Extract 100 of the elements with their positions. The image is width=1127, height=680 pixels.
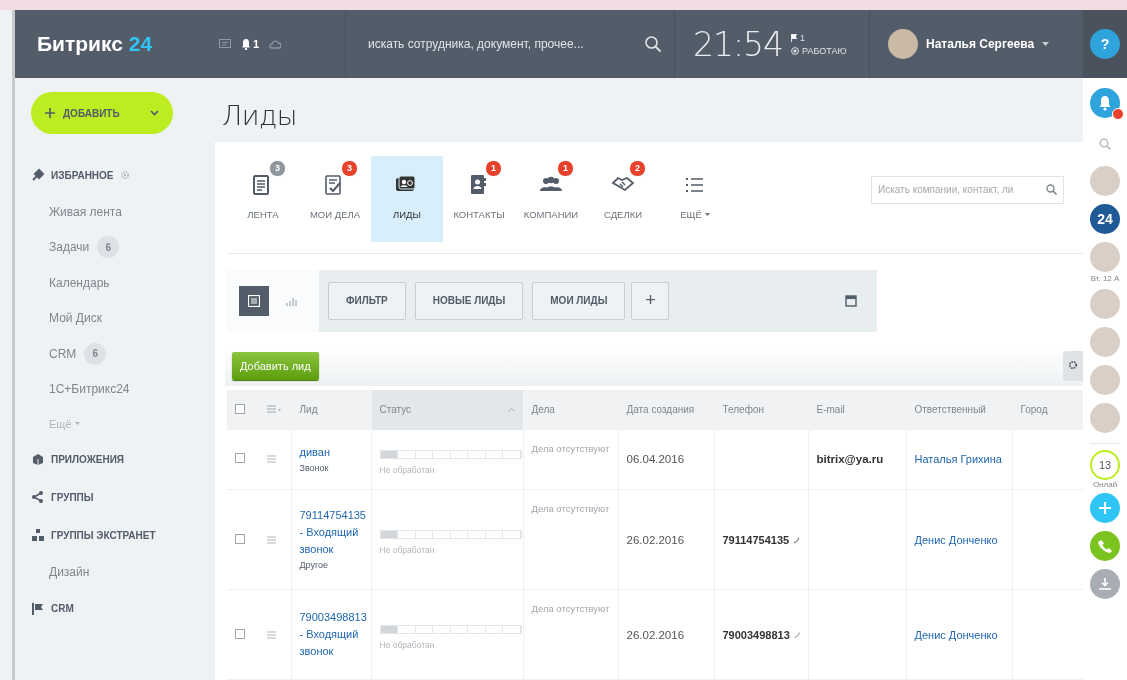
column-header[interactable]: Город bbox=[1012, 389, 1083, 430]
activities-text: Дела отсутствуют bbox=[531, 603, 610, 614]
sort-icon bbox=[507, 407, 515, 412]
phone-icon[interactable] bbox=[793, 535, 800, 544]
work-status[interactable]: РАБОТАЮ bbox=[802, 45, 847, 56]
gear-icon bbox=[1068, 360, 1078, 370]
status-dot-icon bbox=[791, 46, 800, 55]
sidebar-item[interactable]: CRM bbox=[49, 346, 77, 361]
menu-icon[interactable] bbox=[267, 405, 281, 413]
gear-icon[interactable] bbox=[119, 170, 130, 180]
add-button[interactable]: ДОБАВИТЬ bbox=[31, 92, 173, 134]
chat-icon[interactable] bbox=[219, 38, 231, 50]
section-icon bbox=[31, 452, 45, 466]
date-text: 06.04.2016 bbox=[626, 453, 685, 466]
lead-link[interactable]: диван bbox=[299, 443, 363, 461]
call-button[interactable] bbox=[1090, 531, 1120, 561]
row-checkbox[interactable] bbox=[235, 533, 245, 544]
contact-avatar[interactable] bbox=[1090, 242, 1120, 272]
section-icon bbox=[31, 601, 45, 616]
source-text: Другое bbox=[299, 559, 330, 572]
group-chat-button[interactable]: 24 bbox=[1090, 204, 1120, 234]
responsible-link[interactable]: Денис Донченко bbox=[914, 628, 998, 641]
sidebar-item[interactable]: Живая лента bbox=[49, 204, 122, 219]
tab[interactable]: ЕЩЁ bbox=[659, 155, 731, 242]
sidebar-item[interactable]: Мой Диск bbox=[49, 311, 102, 326]
date-label: Вт. 12 А bbox=[1090, 274, 1120, 283]
settings-button[interactable] bbox=[1063, 350, 1083, 381]
date-text: 26.02.2016 bbox=[626, 533, 685, 546]
chevron-icon bbox=[150, 110, 159, 116]
sidebar-item[interactable]: 1С+Битрикс24 bbox=[49, 382, 130, 397]
bell-icon bbox=[1098, 95, 1112, 111]
search-icon[interactable] bbox=[644, 35, 662, 53]
cloud-icon[interactable] bbox=[269, 39, 282, 49]
contact-avatar[interactable] bbox=[1090, 289, 1120, 319]
source-text: Звонок bbox=[299, 461, 330, 475]
tab[interactable]: ЛИДЫ bbox=[371, 155, 443, 242]
row-menu-icon[interactable] bbox=[267, 535, 276, 544]
add-lead-button[interactable]: Добавить лид bbox=[232, 351, 319, 380]
count-badge: 3 bbox=[341, 159, 358, 177]
user-name[interactable]: Наталья Сергеева bbox=[926, 37, 1035, 51]
section-icon bbox=[31, 490, 45, 504]
column-header[interactable]: Статус bbox=[371, 389, 523, 430]
filter-button[interactable]: НОВЫЕ ЛИДЫ bbox=[414, 281, 524, 320]
column-header[interactable]: Дела bbox=[523, 389, 618, 430]
contact-avatar[interactable] bbox=[1090, 166, 1120, 196]
status-text: Не обработан bbox=[379, 545, 436, 555]
column-header[interactable]: Телефон bbox=[714, 389, 808, 430]
column-header[interactable]: Ответственный bbox=[906, 389, 1012, 430]
filter-button[interactable]: МОИ ЛИДЫ bbox=[532, 281, 626, 320]
sidebar-item[interactable]: Задачи bbox=[49, 240, 90, 255]
row-checkbox[interactable] bbox=[235, 628, 245, 639]
online-count[interactable]: 13 bbox=[1090, 450, 1120, 480]
tab[interactable]: МОИ ДЕЛА 3 bbox=[299, 155, 371, 242]
tab[interactable]: ЛЕНТА 3 bbox=[227, 155, 299, 242]
help-button[interactable]: ? bbox=[1090, 29, 1120, 59]
online-label: Онлай bbox=[1092, 480, 1118, 489]
flag-icon bbox=[791, 33, 798, 42]
tab[interactable]: СДЕЛКИ 2 bbox=[587, 155, 659, 242]
section-header[interactable]: ИЗБРАННОЕ bbox=[51, 169, 114, 181]
column-header[interactable]: Лид bbox=[291, 389, 371, 430]
search-field[interactable]: Искать компании, контакт, ли bbox=[871, 175, 1064, 204]
sidebar-item[interactable]: Календарь bbox=[49, 275, 110, 290]
contact-avatar[interactable] bbox=[1090, 365, 1120, 395]
sidebar-item[interactable]: Дизайн bbox=[49, 564, 90, 579]
list-view-toggle[interactable] bbox=[239, 285, 269, 316]
phone-text: 79114754135 bbox=[722, 533, 790, 546]
responsible-link[interactable]: Денис Донченко bbox=[914, 533, 998, 546]
row-checkbox[interactable] bbox=[235, 453, 245, 464]
contact-avatar[interactable] bbox=[1090, 403, 1120, 433]
section-icon bbox=[31, 168, 45, 182]
download-button[interactable] bbox=[1090, 569, 1120, 599]
responsible-link[interactable]: Наталья Грихина bbox=[914, 453, 1002, 466]
row-menu-icon[interactable] bbox=[267, 630, 276, 639]
count-badge: 1 bbox=[485, 159, 502, 177]
caret-icon[interactable] bbox=[74, 422, 80, 425]
add-filter-button[interactable]: + bbox=[631, 281, 670, 320]
bell-icon[interactable] bbox=[241, 38, 251, 50]
tab[interactable]: КОМПАНИИ 1 bbox=[515, 155, 587, 242]
column-header[interactable]: Дата создания bbox=[618, 389, 714, 430]
select-all-checkbox[interactable] bbox=[235, 403, 245, 414]
add-button[interactable] bbox=[1090, 493, 1120, 523]
phone-text: 79003498813 bbox=[722, 628, 790, 641]
search-field[interactable]: искать сотрудника, документ, прочее... bbox=[366, 36, 644, 52]
status-text: Не обработан bbox=[379, 640, 436, 650]
column-header[interactable]: E-mail bbox=[808, 389, 906, 430]
plus-icon bbox=[45, 108, 55, 118]
section-icon bbox=[31, 528, 45, 542]
tab[interactable]: КОНТАКТЫ 1 bbox=[443, 155, 515, 242]
window-icon[interactable] bbox=[845, 294, 857, 307]
phone-icon[interactable] bbox=[793, 630, 800, 639]
section-header[interactable]: ПРИЛОЖЕНИЯ bbox=[51, 453, 124, 465]
row-menu-icon[interactable] bbox=[267, 455, 276, 464]
section-header[interactable]: ГРУППЫ ЭКСТРАНЕТ bbox=[51, 529, 156, 541]
section-header[interactable]: ГРУППЫ bbox=[51, 491, 94, 503]
contact-avatar[interactable] bbox=[1090, 327, 1120, 357]
phone-icon bbox=[1098, 539, 1112, 553]
section-header[interactable]: CRM bbox=[51, 603, 74, 614]
caret-icon[interactable] bbox=[1042, 42, 1050, 46]
filter-button[interactable]: ФИЛЬТР bbox=[328, 281, 406, 320]
user-avatar[interactable] bbox=[888, 29, 918, 59]
